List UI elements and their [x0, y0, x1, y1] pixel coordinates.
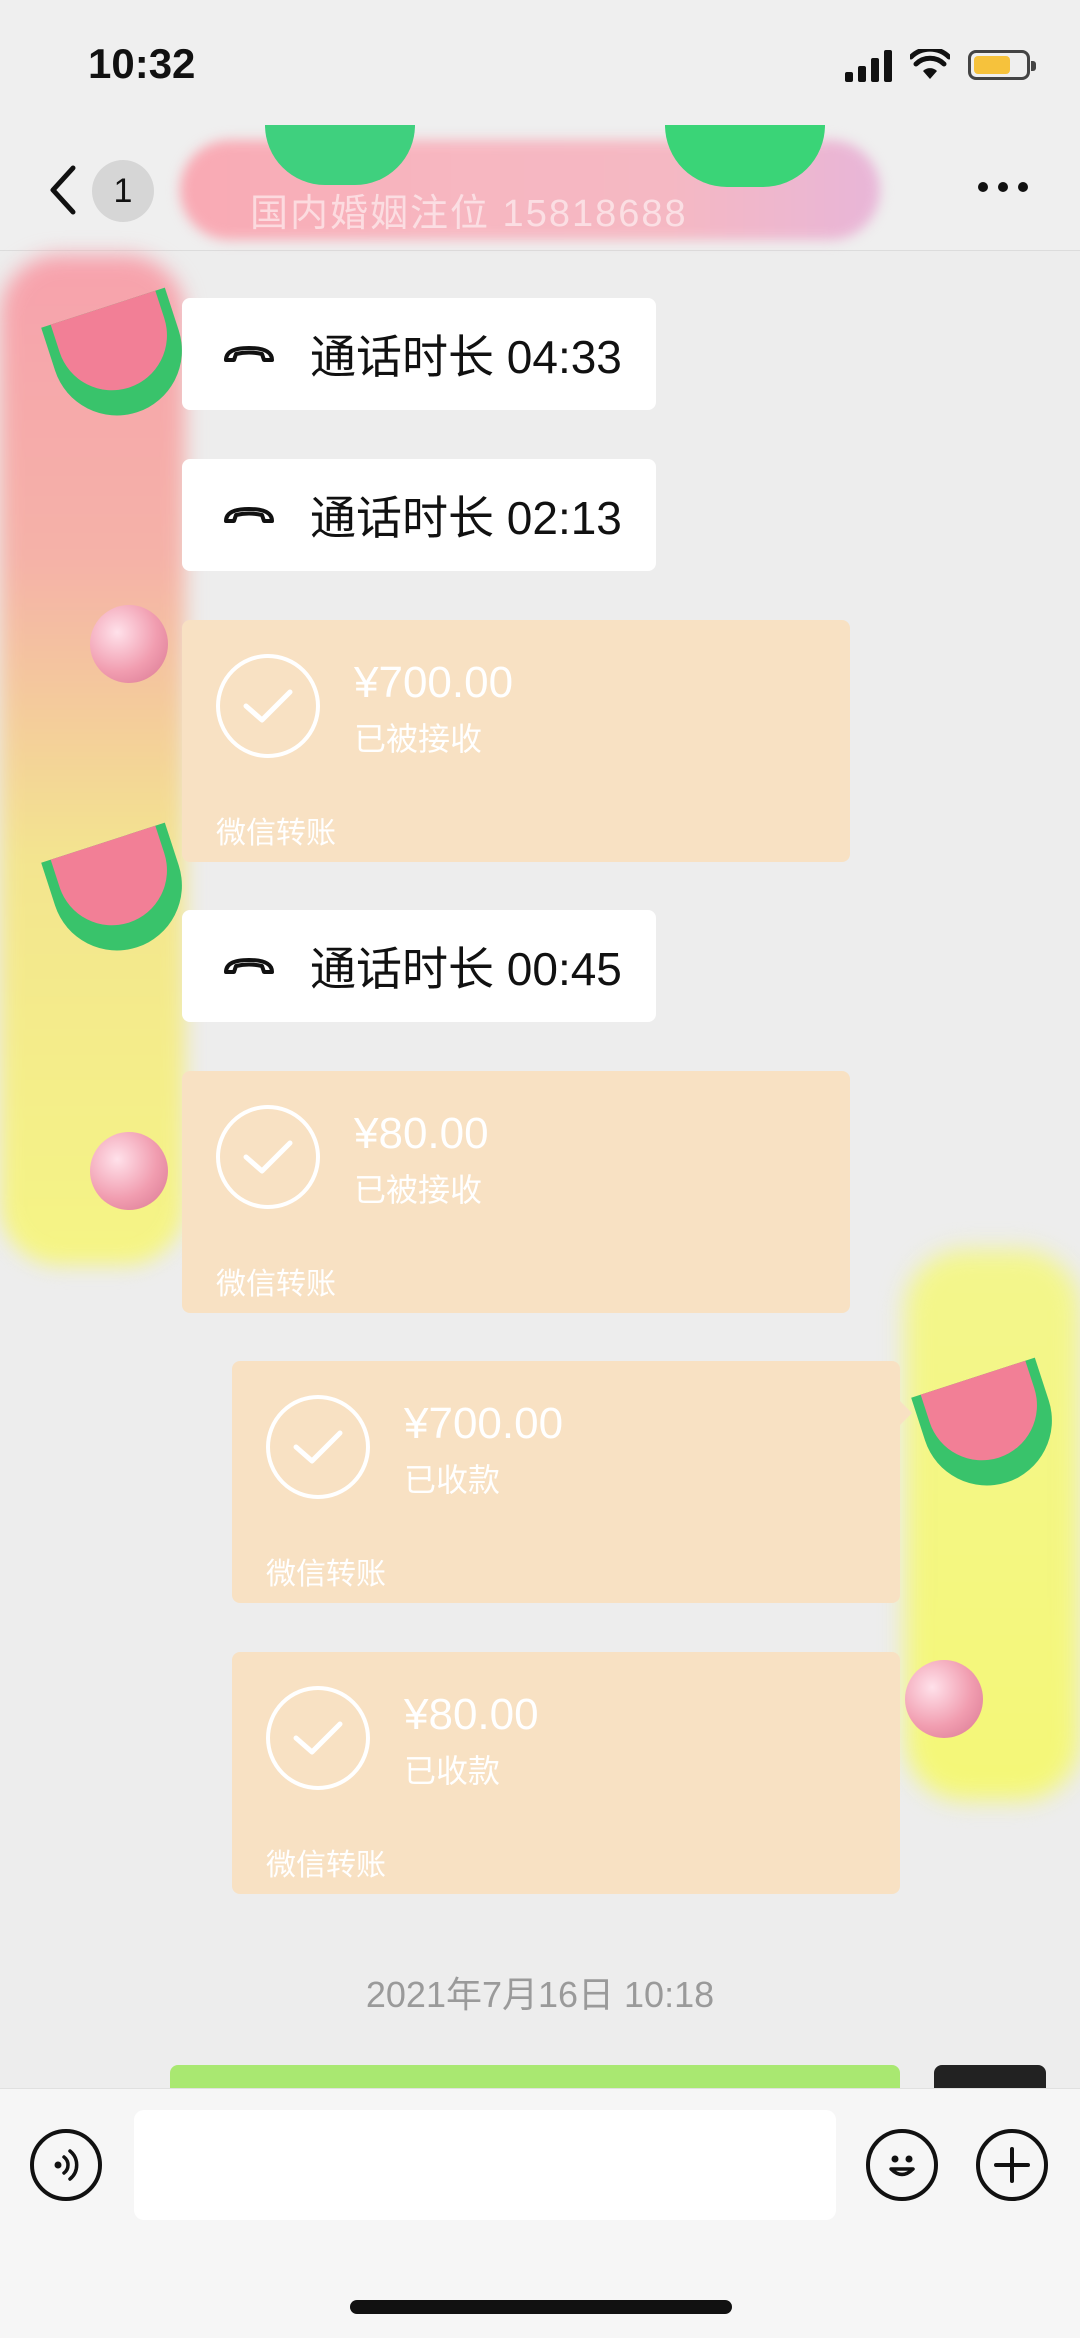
pearl-sticker	[90, 1132, 168, 1210]
smiley-icon	[889, 2155, 915, 2177]
pearl-sticker	[90, 605, 168, 683]
status-bar: 10:32	[0, 0, 1080, 130]
phone-hangup-icon	[224, 346, 274, 362]
call-record-message[interactable]: 通话时长 04:33	[182, 298, 656, 410]
pearl-sticker	[905, 1660, 983, 1738]
chat-title: 国内婚姻注位 15818688	[250, 193, 688, 235]
call-duration-text: 通话时长 00:45	[310, 943, 622, 995]
check-circle-icon	[216, 654, 320, 758]
more-options-button[interactable]	[978, 182, 1028, 192]
chat-header: 1 国内婚姻注位 15818688	[0, 125, 1080, 251]
call-record-message[interactable]: 通话时长 00:45	[182, 910, 656, 1022]
message-input[interactable]	[134, 2110, 836, 2220]
more-functions-button[interactable]	[976, 2129, 1048, 2201]
status-icons	[845, 48, 1036, 82]
call-record-message[interactable]: 通话时长 02:13	[182, 459, 656, 571]
call-duration-text: 通话时长 02:13	[310, 492, 622, 544]
voice-input-button[interactable]	[30, 2129, 102, 2201]
transfer-status: 已被接收	[354, 1172, 483, 1208]
emoji-button[interactable]	[866, 2129, 938, 2201]
transfer-amount: ¥700.00	[354, 658, 514, 707]
transfer-message[interactable]: ¥700.00 已被接收 微信转账	[182, 620, 850, 862]
transfer-label: 微信转账	[266, 1558, 386, 1591]
home-indicator	[350, 2300, 732, 2314]
message-timestamp: 2021年7月16日 10:18	[365, 1974, 715, 2015]
chevron-left-icon	[50, 165, 76, 215]
transfer-message[interactable]: ¥80.00 已被接收 微信转账	[182, 1071, 850, 1313]
call-duration-text: 通话时长 04:33	[310, 331, 622, 383]
unread-count-badge[interactable]: 1	[92, 160, 154, 222]
transfer-label: 微信转账	[266, 1849, 386, 1882]
transfer-status: 已被接收	[354, 721, 483, 757]
phone-hangup-icon	[224, 507, 274, 523]
transfer-label: 微信转账	[216, 1268, 336, 1301]
voice-icon	[54, 2149, 79, 2181]
transfer-amount: ¥700.00	[404, 1399, 564, 1448]
phone-hangup-icon	[224, 958, 274, 974]
transfer-message[interactable]: ¥80.00 已收款 微信转账	[232, 1652, 900, 1894]
cellular-signal-icon	[845, 48, 892, 82]
status-time: 10:32	[88, 40, 196, 87]
plus-icon	[994, 2147, 1030, 2183]
transfer-amount: ¥80.00	[404, 1690, 539, 1739]
transfer-message[interactable]: ¥700.00 已收款 微信转账	[232, 1361, 912, 1603]
transfer-amount: ¥80.00	[354, 1109, 489, 1158]
transfer-label: 微信转账	[216, 817, 336, 850]
check-circle-icon	[266, 1686, 370, 1790]
check-circle-icon	[216, 1105, 320, 1209]
wifi-icon	[910, 49, 950, 79]
check-circle-icon	[266, 1395, 370, 1499]
battery-icon	[968, 50, 1036, 80]
transfer-status: 已收款	[404, 1462, 501, 1498]
transfer-status: 已收款	[404, 1753, 501, 1789]
back-button[interactable]	[40, 158, 84, 222]
